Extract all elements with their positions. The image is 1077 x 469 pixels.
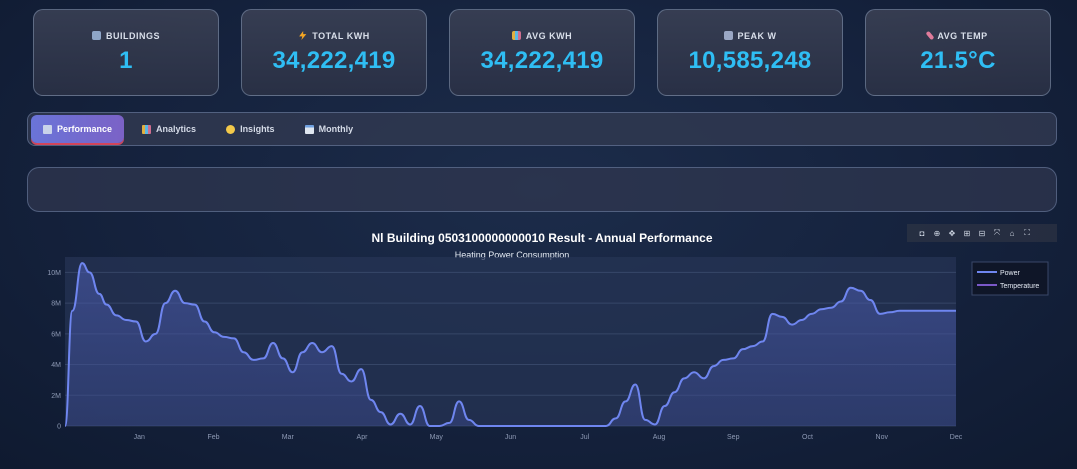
kpi-label: PEAK W [737,30,777,41]
kpi-value: 10,585,248 [688,46,812,74]
tab-label: Performance [57,124,113,134]
y-tick-label: 10M [47,270,61,277]
x-tick-label: Oct [802,434,813,441]
tab-monthly[interactable]: Monthly [293,115,366,143]
kpi-card-buildings: BUILDINGS 1 [33,9,219,96]
bar-chart-icon [142,124,152,134]
line-chart-icon [43,124,52,134]
chart-container: ◘ ⊕ ✥ ⊞ ⊟ ⤧ ⌂ ⛶ Nl Building 050310000000… [27,222,1057,462]
x-tick-label: Jul [580,434,589,441]
tab-performance[interactable]: Performance [31,115,125,143]
tab-insights[interactable]: Insights [214,115,287,143]
kpi-value: 1 [119,46,133,74]
x-tick-label: Dec [950,434,963,441]
lightbulb-icon [226,124,236,134]
tab-analytics[interactable]: Analytics [130,115,208,143]
zoom-out-icon[interactable]: ⊟ [977,228,987,238]
y-tick-label: 4M [51,362,61,369]
x-tick-label: Jan [134,434,145,441]
kpi-label-row: AVG KWH [511,30,573,41]
kpi-card-total-kwh: TOTAL KWH 34,222,419 [241,9,427,96]
kpi-label: TOTAL KWH [312,30,370,41]
home-icon[interactable]: ⌂ [1007,228,1017,238]
y-tick-label: 0 [57,424,61,431]
chart-modebar: ◘ ⊕ ✥ ⊞ ⊟ ⤧ ⌂ ⛶ [907,224,1057,242]
kpi-card-peak-w: PEAK W 10,585,248 [657,9,843,96]
power-chart[interactable]: Nl Building 0503100000000010 Result - An… [27,222,1057,462]
lightning-icon [299,31,307,40]
x-tick-label: Aug [653,434,666,441]
kpi-label: BUILDINGS [106,30,160,41]
calendar-icon [304,124,314,134]
kpi-label: AVG KWH [525,30,573,41]
x-tick-label: May [430,434,444,441]
legend-box [971,261,1049,296]
pan-icon[interactable]: ✥ [947,228,957,238]
kpi-card-avg-kwh: AVG KWH 34,222,419 [449,9,635,96]
legend-label-power: Power [1000,270,1021,277]
x-tick-label: Apr [357,434,369,441]
autoscale-icon[interactable]: ⤧ [992,228,1002,238]
kpi-value: 34,222,419 [272,46,396,74]
x-axis-ticks: Jan Feb Mar Apr May Jun Jul Aug Sep Oct Nov Dec [134,434,963,441]
building-icon [92,31,101,40]
fullscreen-icon[interactable]: ⛶ [1022,228,1032,238]
tab-label: Analytics [156,124,197,134]
kpi-label-row: AVG TEMP [925,30,988,41]
kpi-row: BUILDINGS 1 TOTAL KWH 34,222,419 AVG KWH… [33,9,1051,96]
thermometer-icon [925,30,935,41]
zoom-in-icon[interactable]: ⊞ [962,228,972,238]
camera-icon[interactable]: ◘ [917,228,927,238]
kpi-value: 34,222,419 [480,46,604,74]
bar-chart-icon [511,31,521,40]
kpi-card-avg-temp: AVG TEMP 21.5°C [865,9,1051,96]
chart-legend[interactable]: Power Temperature [971,261,1049,296]
kpi-label-row: TOTAL KWH [298,31,370,41]
kpi-label: AVG TEMP [937,30,988,41]
zoom-icon[interactable]: ⊕ [932,228,942,238]
trend-chart-icon [723,31,733,40]
x-tick-label: Feb [207,434,219,441]
x-tick-label: Nov [876,434,889,441]
tab-bar: Performance Analytics Insights Monthly [27,112,1057,146]
y-axis-ticks: 0 2M 4M 6M 8M 10M [47,270,61,431]
y-tick-label: 8M [51,301,61,308]
chart-title: Nl Building 0503100000000010 Result - An… [371,231,712,245]
x-tick-label: Jun [505,434,516,441]
legend-label-temperature: Temperature [1000,283,1039,290]
x-tick-label: Sep [727,434,740,441]
y-tick-label: 2M [51,393,61,400]
kpi-label-row: BUILDINGS [92,31,160,41]
tab-label: Monthly [318,124,354,134]
x-tick-label: Mar [282,434,295,441]
y-tick-label: 6M [51,331,61,338]
tab-label: Insights [240,124,275,134]
kpi-value: 21.5°C [920,46,996,74]
filter-panel [27,167,1057,212]
kpi-label-row: PEAK W [723,30,777,41]
